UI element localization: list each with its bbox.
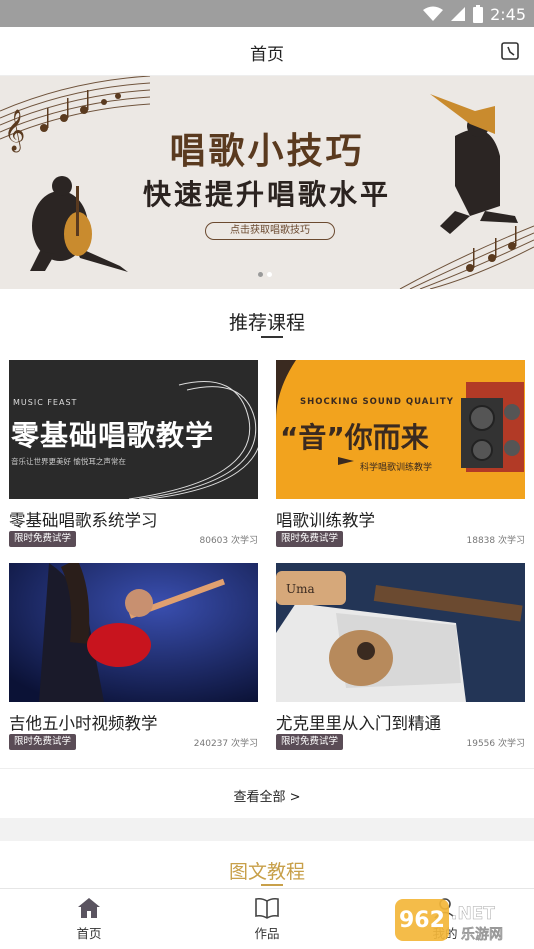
signal-icon (451, 7, 466, 21)
course-name: 吉他五小时视频教学 (9, 714, 158, 733)
free-trial-badge: 限时免费试学 (9, 734, 77, 750)
page-title: 首页 (250, 45, 284, 65)
section-underline (261, 884, 283, 886)
free-trial-badge: 限时免费试学 (9, 531, 77, 547)
divider (0, 768, 534, 769)
thumb-top-text: MUSIC FEAST (13, 398, 78, 407)
thumb-title: 零基础唱歌教学 (11, 419, 215, 452)
carousel-indicator (258, 272, 272, 277)
course-card[interactable]: SHOCKING SOUND QUALITY “音”你而来 科学唱歌训练教学 唱… (276, 360, 525, 547)
section-title-recommended: 推荐课程 (228, 312, 305, 334)
site-watermark-logo: 962 .NET 乐游网 (395, 899, 503, 943)
app-bar: 首页 (0, 27, 534, 76)
study-count: 18838 次学习 (466, 535, 526, 546)
banner-title: 唱歌小技巧 (169, 131, 365, 172)
guitar-player-photo (9, 563, 258, 702)
thumb-subtitle: 音乐让世界更美好 愉悦耳之声常在 (11, 457, 126, 466)
course-thumbnail: SHOCKING SOUND QUALITY “音”你而来 科学唱歌训练教学 (276, 360, 525, 499)
thumb-top-text: SHOCKING SOUND QUALITY (300, 397, 454, 407)
course-thumbnail: Uma (276, 563, 525, 702)
course-name: 唱歌训练教学 (276, 511, 375, 530)
tab-label: 作品 (254, 926, 280, 941)
thumb-subtitle: 科学唱歌训练教学 (360, 463, 433, 473)
history-icon[interactable] (500, 41, 520, 61)
carousel-dot (258, 272, 263, 277)
svg-text:乐游网: 乐游网 (461, 926, 503, 943)
tab-works[interactable]: 作品 (227, 897, 307, 942)
ukulele-photo: Uma (276, 563, 525, 702)
course-name: 零基础唱歌系统学习 (9, 511, 158, 530)
study-count: 240237 次学习 (193, 738, 258, 749)
view-all-link[interactable]: 查看全部 > (0, 786, 534, 805)
study-count: 80603 次学习 (199, 535, 259, 546)
book-icon (255, 897, 279, 919)
home-icon (78, 898, 100, 918)
battery-icon (473, 5, 484, 23)
banner-cta-button[interactable]: 点击获取唱歌技巧 (205, 222, 335, 240)
tab-home[interactable]: 首页 (49, 897, 129, 942)
study-count: 19556 次学习 (466, 738, 526, 749)
status-bar: 2:45 (0, 0, 534, 27)
course-thumbnail: MUSIC FEAST 零基础唱歌教学 音乐让世界更美好 愉悦耳之声常在 (9, 360, 258, 499)
wifi-icon (423, 6, 444, 21)
banner-carousel[interactable]: 𝄞 唱歌小技巧 快速提升唱歌水平 点击获取唱歌技巧 (0, 76, 534, 289)
tab-label: 首页 (76, 926, 102, 941)
course-card[interactable]: Uma 尤克里里从入门到精通 限时免费试学 19556 次学习 (276, 563, 525, 750)
course-card[interactable]: 吉他五小时视频教学 限时免费试学 240237 次学习 (9, 563, 258, 750)
section-underline (261, 336, 283, 338)
section-separator (0, 818, 534, 841)
section-title-articles: 图文教程 (228, 861, 305, 883)
svg-text:962: 962 (399, 908, 445, 933)
thumb-title: “音”你而来 (280, 421, 429, 454)
course-thumbnail (9, 563, 258, 702)
carousel-dot-active (267, 272, 272, 277)
banner-subtitle: 快速提升唱歌水平 (142, 178, 391, 211)
free-trial-badge: 限时免费试学 (276, 531, 344, 547)
course-card[interactable]: MUSIC FEAST 零基础唱歌教学 音乐让世界更美好 愉悦耳之声常在 零基础… (9, 360, 258, 547)
free-trial-badge: 限时免费试学 (276, 734, 344, 750)
status-time: 2:45 (490, 4, 526, 24)
svg-text:Uma: Uma (286, 582, 315, 596)
svg-text:.NET: .NET (451, 904, 495, 924)
course-name: 尤克里里从入门到精通 (276, 714, 441, 733)
